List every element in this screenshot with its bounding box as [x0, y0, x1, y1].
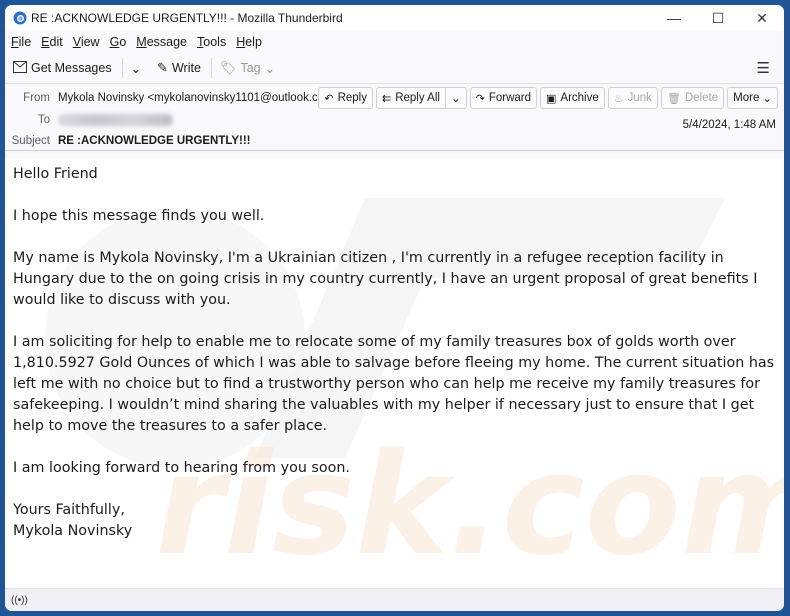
close-icon: ✕ [756, 9, 768, 26]
paragraph: I am soliciting for help to enable me to… [13, 334, 775, 434]
to-value-redacted [58, 114, 173, 126]
chevron-down-icon: ⌄ [264, 61, 276, 76]
chevron-down-icon: ⌄ [130, 61, 142, 76]
reply-all-split-button: ⇇ Reply All ⌄ [375, 87, 467, 109]
delete-button[interactable]: 🗑 Delete [660, 87, 725, 109]
closing: Yours Faithfully, [13, 502, 125, 518]
menu-bar: File Edit View Go Message Tools Help [5, 31, 784, 53]
more-label: More [733, 92, 760, 104]
tag-icon: 🏷 [219, 60, 237, 75]
menu-tools[interactable]: Tools [197, 35, 226, 49]
toolbar-separator [121, 58, 123, 78]
greeting: Hello Friend [13, 166, 98, 182]
menu-view[interactable]: View [73, 35, 100, 49]
window-title: RE :ACKNOWLEDGE URGENTLY!!! - Mozilla Th… [31, 11, 343, 25]
forward-label: Forward [488, 92, 531, 104]
hamburger-icon[interactable]: ☰ [757, 59, 770, 77]
to-label: To [37, 114, 50, 126]
get-messages-dropdown[interactable]: ⌄ [131, 61, 141, 76]
reply-icon: ↶ [324, 92, 334, 105]
reply-all-label: Reply All [395, 92, 440, 104]
thunderbird-window: RE :ACKNOWLEDGE URGENTLY!!! - Mozilla Th… [5, 5, 784, 611]
thunderbird-icon [13, 11, 27, 25]
chevron-down-icon: ⌄ [762, 93, 772, 105]
junk-icon: ♨ [613, 92, 624, 105]
inbox-download-icon [13, 60, 27, 76]
close-button[interactable]: ✕ [740, 5, 784, 31]
archive-label: Archive [560, 92, 599, 104]
junk-button[interactable]: ♨ Junk [607, 87, 658, 109]
minimize-button[interactable]: — [652, 5, 696, 31]
chevron-down-icon: ⌄ [450, 93, 461, 105]
forward-button[interactable]: ↷ Forward [469, 87, 537, 109]
reply-all-button[interactable]: ⇇ Reply All [377, 88, 445, 108]
status-bar: ((•)) [5, 588, 784, 611]
tag-button[interactable]: 🏷 Tag ⌄ [220, 60, 275, 76]
message-body: risk.com Hello Friend I hope this messag… [5, 158, 784, 589]
online-status-icon[interactable]: ((•)) [11, 595, 28, 606]
reply-all-dropdown[interactable]: ⌄ [444, 88, 466, 108]
pencil-icon: ✎ [157, 60, 168, 75]
archive-icon: ▣ [546, 92, 557, 105]
get-messages-label: Get Messages [31, 61, 112, 75]
title-bar: RE :ACKNOWLEDGE URGENTLY!!! - Mozilla Th… [5, 5, 784, 31]
from-value[interactable]: Mykola Novinsky <mykolanovinsky1101@outl… [58, 92, 340, 104]
toolbar-separator [210, 58, 212, 78]
forward-icon: ↷ [475, 92, 485, 105]
archive-button[interactable]: ▣ Archive [540, 87, 605, 109]
message-text: Hello Friend I hope this message finds y… [5, 158, 784, 548]
minimize-icon: — [667, 10, 681, 26]
subject-label: Subject [11, 135, 50, 147]
more-button[interactable]: More ⌄ [727, 87, 778, 109]
menu-message[interactable]: Message [136, 35, 187, 49]
tag-label: Tag [240, 61, 261, 75]
menu-help[interactable]: Help [236, 35, 262, 49]
message-header: From Mykola Novinsky <mykolanovinsky1101… [5, 84, 784, 151]
menu-go[interactable]: Go [110, 35, 127, 49]
delete-label: Delete [684, 92, 719, 104]
reply-all-icon: ⇇ [381, 92, 392, 105]
message-date: 5/4/2024, 1:48 AM [682, 119, 776, 131]
from-label: From [23, 92, 50, 104]
get-messages-button[interactable]: Get Messages [13, 60, 112, 76]
paragraph: I hope this message finds you well. [13, 208, 265, 224]
menu-edit[interactable]: Edit [41, 35, 63, 49]
maximize-button[interactable]: ☐ [696, 5, 740, 31]
trash-icon: 🗑 [666, 92, 681, 105]
signature: Mykola Novinsky [13, 523, 133, 539]
write-button[interactable]: ✎ Write [157, 60, 201, 76]
paragraph: My name is Mykola Novinsky, I'm a Ukrain… [13, 250, 758, 308]
reply-label: Reply [337, 92, 367, 104]
message-actions: ↶ Reply ⇇ Reply All ⌄ ↷ Forward ▣ Archiv… [315, 87, 778, 109]
main-toolbar: Get Messages ⌄ ✎ Write 🏷 Tag ⌄ ☰ [5, 53, 784, 84]
subject-value: RE :ACKNOWLEDGE URGENTLY!!! [58, 135, 251, 147]
paragraph: I am looking forward to hearing from you… [13, 460, 350, 476]
write-label: Write [171, 61, 201, 75]
maximize-icon: ☐ [711, 9, 725, 26]
junk-label: Junk [627, 92, 652, 104]
reply-button[interactable]: ↶ Reply [318, 87, 373, 109]
menu-file[interactable]: File [11, 35, 31, 49]
